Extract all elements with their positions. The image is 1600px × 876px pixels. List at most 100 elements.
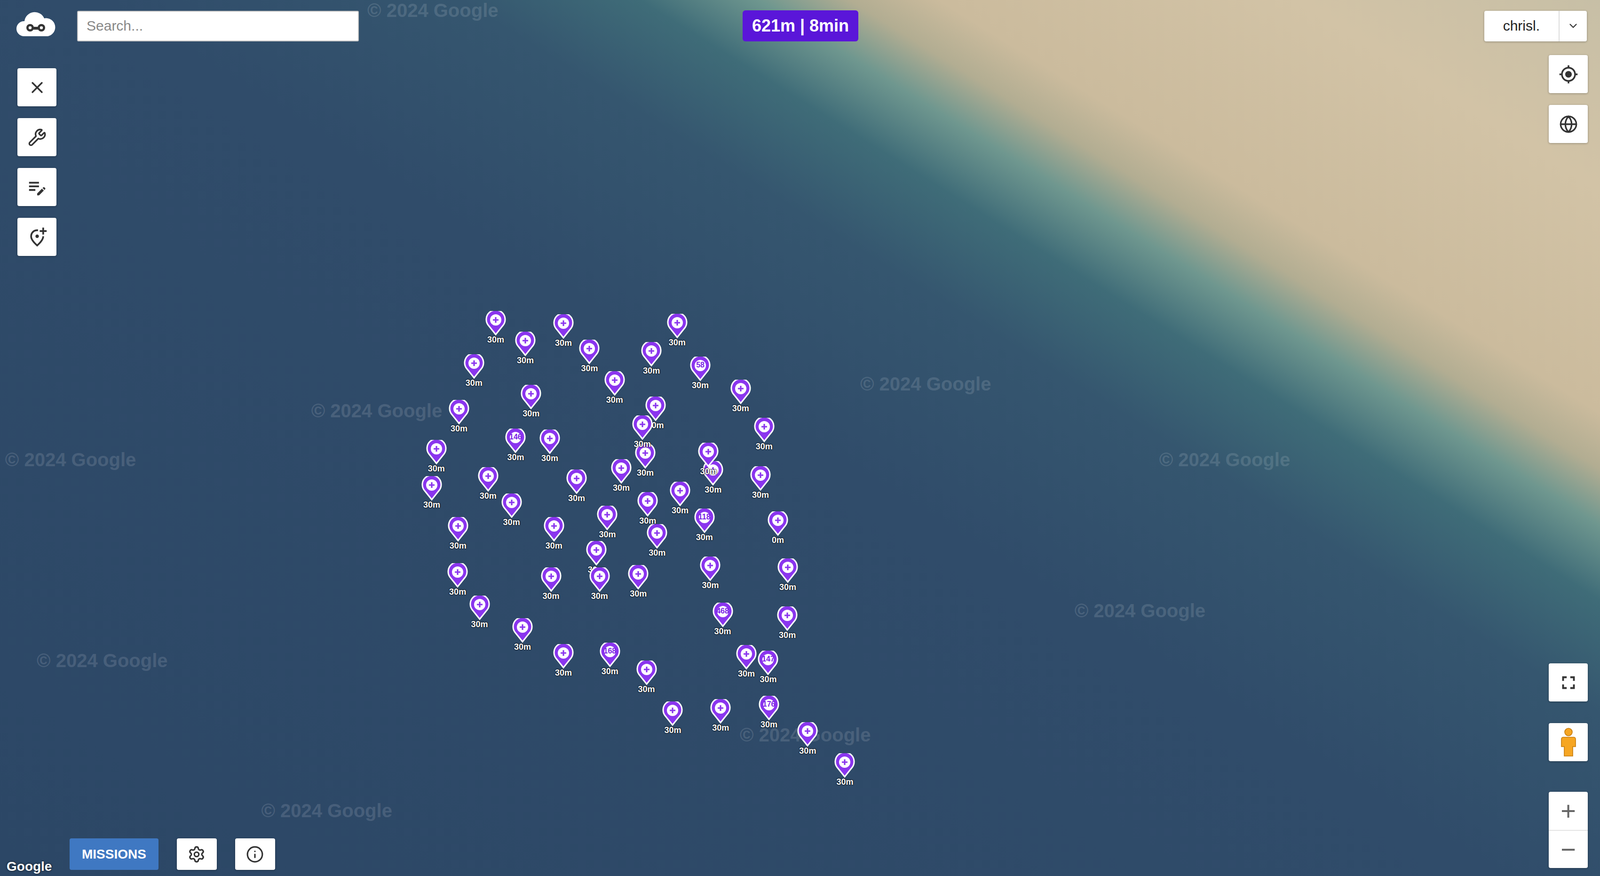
waypoint-marker[interactable]: 30m [468, 595, 492, 629]
fullscreen-button[interactable] [1548, 663, 1588, 702]
waypoint-marker[interactable]: 30m [635, 660, 658, 694]
waypoint-marker[interactable]: 30m [595, 505, 619, 539]
waypoint-marker[interactable]: 30m [698, 556, 722, 590]
waypoint-marker[interactable]: 30m [776, 558, 800, 592]
waypoint-marker[interactable]: 30m [796, 721, 819, 755]
waypoint-marker[interactable]: 30m [697, 442, 720, 476]
edit-mission-button[interactable] [17, 167, 57, 206]
waypoint-marker[interactable]: 5830m [689, 356, 712, 390]
satellite-map[interactable]: © 2024 Google© 2024 Google© 2024 Google©… [0, 0, 1600, 876]
waypoint-altitude: 30m [799, 746, 816, 755]
waypoint-marker[interactable]: 30m [565, 469, 588, 503]
waypoint-number: 168 [599, 646, 621, 656]
waypoint-pin-icon [627, 564, 649, 590]
waypoint-marker[interactable]: 30m [588, 567, 611, 601]
waypoint-altitude: 30m [778, 630, 796, 640]
waypoint-marker[interactable]: 30m [776, 606, 799, 640]
waypoint-marker[interactable]: 14730m [756, 650, 780, 684]
waypoint-marker[interactable]: 30m [552, 314, 575, 348]
waypoint-marker[interactable]: 30m [500, 493, 523, 527]
waypoint-marker[interactable]: 30m [425, 439, 448, 473]
waypoint-altitude: 30m [737, 669, 755, 678]
add-waypoint-button[interactable] [17, 217, 57, 256]
waypoint-pin-icon [540, 567, 562, 592]
waypoint-pin-icon [736, 644, 757, 670]
info-button[interactable] [235, 838, 276, 870]
waypoint-pin-icon [447, 562, 468, 588]
waypoint-marker[interactable]: 30m [709, 698, 732, 732]
waypoint-pin-icon [662, 701, 683, 726]
waypoint-pin-icon [730, 379, 752, 404]
waypoint-altitude: 30m [541, 453, 559, 463]
waypoint-marker[interactable]: 30m [462, 354, 486, 388]
waypoint-marker[interactable]: 30m [645, 523, 669, 557]
waypoint-marker[interactable]: 30m [668, 481, 692, 515]
waypoint-marker[interactable]: 30m [538, 429, 562, 463]
waypoint-marker[interactable]: 30m [735, 644, 758, 678]
user-menu[interactable]: chrisl. [1484, 10, 1587, 42]
waypoint-marker[interactable]: 30m [729, 379, 753, 413]
waypoint-marker[interactable]: 30m [514, 331, 537, 365]
waypoint-marker[interactable]: 30m [578, 339, 601, 373]
waypoint-marker[interactable]: 30m [542, 516, 566, 550]
waypoint-marker[interactable]: 11830m [693, 508, 716, 542]
waypoint-pin-icon [469, 595, 491, 620]
app-logo-icon [14, 7, 58, 44]
waypoint-marker[interactable]: 16830m [598, 642, 622, 676]
waypoint-altitude: 30m [696, 532, 713, 542]
waypoint-marker[interactable]: 30m [446, 516, 470, 550]
waypoint-marker[interactable]: 30m [609, 459, 633, 492]
waypoint-altitude: 30m [606, 395, 624, 404]
waypoint-marker[interactable]: 30m [476, 467, 500, 500]
waypoint-altitude: 30m [506, 452, 524, 462]
tools-button[interactable] [17, 118, 57, 157]
close-icon [27, 78, 47, 97]
missions-button[interactable]: MISSIONS [69, 838, 159, 870]
right-toolbar [1548, 55, 1588, 143]
waypoint-marker[interactable]: 14630m [504, 428, 527, 462]
waypoint-marker[interactable]: 30m [749, 466, 772, 500]
map-type-button[interactable] [1548, 104, 1588, 143]
waypoint-pin-icon [710, 698, 731, 724]
close-button[interactable] [17, 68, 57, 107]
waypoint-pin-icon [586, 540, 607, 566]
waypoint-marker[interactable]: 30m [701, 460, 725, 494]
bottom-bar: MISSIONS [69, 838, 276, 870]
waypoint-number: 176 [758, 699, 780, 709]
waypoint-marker[interactable]: 30m [661, 701, 684, 735]
waypoint-marker[interactable]: 30m [665, 313, 689, 347]
waypoint-altitude: 30m [636, 468, 654, 477]
waypoint-marker[interactable]: 30m [484, 310, 507, 344]
settings-button[interactable] [176, 838, 217, 870]
waypoint-altitude: 30m [668, 338, 686, 347]
waypoint-marker[interactable]: 46830m [711, 602, 735, 636]
search-input[interactable] [77, 10, 359, 42]
locate-button[interactable] [1548, 55, 1588, 94]
zoom-in-button[interactable]: + [1548, 791, 1588, 830]
zoom-out-button[interactable]: − [1548, 829, 1588, 868]
waypoint-marker[interactable]: 30m [833, 752, 856, 786]
waypoint-marker[interactable]: 30m [633, 443, 657, 477]
waypoint-marker[interactable]: 30m [539, 567, 563, 601]
waypoint-marker[interactable]: 30m [446, 562, 469, 596]
waypoint-marker[interactable]: 30m [631, 415, 654, 449]
waypoint-marker[interactable]: 0m [766, 511, 790, 545]
waypoint-marker[interactable]: 30m [511, 617, 534, 651]
waypoint-pin-icon [641, 341, 662, 367]
waypoint-marker[interactable]: 17630m [757, 695, 781, 729]
waypoint-pin-icon [637, 491, 658, 517]
waypoint-pin-icon [669, 481, 691, 507]
waypoint-marker[interactable]: 30m [640, 341, 663, 375]
waypoint-pin-icon [834, 752, 856, 778]
street-view-button[interactable] [1548, 722, 1588, 761]
waypoint-marker[interactable]: 30m [420, 475, 444, 509]
waypoint-marker[interactable]: 30m [447, 399, 471, 433]
waypoint-marker[interactable]: 30m [752, 417, 776, 451]
waypoint-marker[interactable]: 30m [603, 371, 626, 404]
waypoint-marker[interactable]: 30m [519, 384, 543, 418]
waypoint-altitude: 30m [779, 582, 797, 592]
waypoint-marker[interactable]: 30m [552, 643, 575, 677]
waypoint-marker[interactable]: 30m [636, 491, 659, 525]
street-view-pegman-icon[interactable] [1559, 727, 1578, 757]
waypoint-marker[interactable]: 30m [626, 564, 650, 598]
